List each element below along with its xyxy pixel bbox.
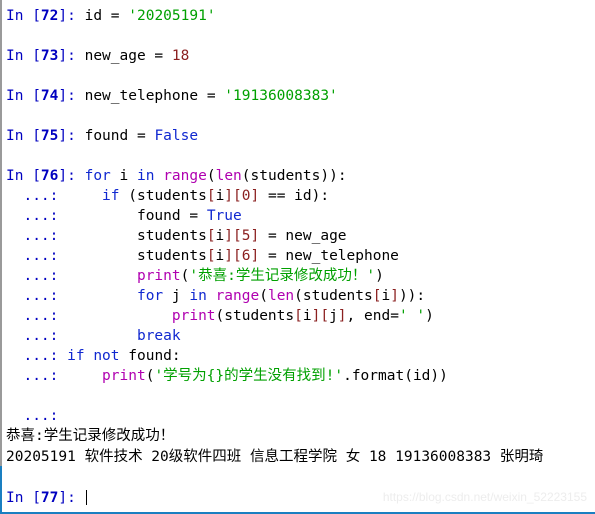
code-found-value: False bbox=[154, 128, 199, 144]
console-block-line-9[interactable]: ...: if not found: bbox=[2, 346, 595, 366]
console-line-in-75[interactable]: In [75]: found = False bbox=[2, 126, 595, 146]
prompt-number-72: 72 bbox=[40, 8, 59, 24]
prompt-number-77: 77 bbox=[40, 490, 59, 506]
console-line-in-74[interactable]: In [74]: new_telephone = '19136008383' bbox=[2, 86, 595, 106]
continuation-prompt: ...: bbox=[6, 228, 59, 244]
code-success-message: '恭喜:学生记录修改成功！' bbox=[189, 268, 376, 284]
prompt-in-77: In [77]: bbox=[6, 490, 76, 506]
console-block-line-8[interactable]: ...: break bbox=[2, 326, 595, 346]
prompt-in-76: In [76]: bbox=[6, 168, 76, 184]
code-notfound-message: '学号为{}的学生没有找到!' bbox=[154, 368, 344, 384]
continuation-prompt: ...: bbox=[6, 188, 59, 204]
console-line-in-73[interactable]: In [73]: new_age = 18 bbox=[2, 46, 595, 66]
text-cursor[interactable] bbox=[85, 490, 87, 505]
code-new-age-variable: new_age bbox=[84, 48, 146, 64]
continuation-prompt: ...: bbox=[6, 328, 59, 344]
prompt-number-75: 75 bbox=[40, 128, 59, 144]
prompt-in-73: In [73]: bbox=[6, 48, 76, 64]
code-found-variable: found bbox=[84, 128, 129, 144]
prompt-number-73: 73 bbox=[40, 48, 59, 64]
prompt-in-75: In [75]: bbox=[6, 128, 76, 144]
continuation-prompt: ...: bbox=[6, 408, 59, 424]
console-block-line-2[interactable]: ...: found = True bbox=[2, 206, 595, 226]
console-block-line-5[interactable]: ...: print('恭喜:学生记录修改成功！') bbox=[2, 266, 595, 286]
console-block-line-1[interactable]: ...: if (students[i][0] == id): bbox=[2, 186, 595, 206]
console-block-line-7[interactable]: ...: print(students[i][j], end=' ') bbox=[2, 306, 595, 326]
code-id-variable: id bbox=[84, 8, 103, 24]
output-line-record: 20205191 软件技术 20级软件四班 信息工程学院 女 18 191360… bbox=[6, 449, 553, 465]
focus-border-left bbox=[0, 466, 2, 514]
ipython-console[interactable]: In [72]: id = '20205191' In [73]: new_ag… bbox=[0, 0, 595, 514]
prompt-number-74: 74 bbox=[40, 88, 59, 104]
console-block-line-3[interactable]: ...: students[i][5] = new_age bbox=[2, 226, 595, 246]
continuation-prompt: ...: bbox=[6, 268, 59, 284]
prompt-in-74: In [74]: bbox=[6, 88, 76, 104]
continuation-prompt: ...: bbox=[6, 308, 59, 324]
continuation-prompt: ...: bbox=[6, 288, 59, 304]
continuation-prompt: ...: bbox=[6, 208, 59, 224]
console-line-in-76[interactable]: In [76]: for i in range(len(students)): bbox=[2, 166, 595, 186]
continuation-prompt: ...: bbox=[6, 348, 59, 364]
code-new-telephone-value: '19136008383' bbox=[224, 88, 338, 104]
prompt-in-72: In [72]: bbox=[6, 8, 76, 24]
console-block-line-11[interactable]: ...: bbox=[2, 406, 595, 426]
console-block-line-6[interactable]: ...: for j in range(len(students[i])): bbox=[2, 286, 595, 306]
prompt-number-76: 76 bbox=[40, 168, 59, 184]
console-block-line-4[interactable]: ...: students[i][6] = new_telephone bbox=[2, 246, 595, 266]
console-block-line-10[interactable]: ...: print('学号为{}的学生没有找到!'.format(id)) bbox=[2, 366, 595, 386]
console-line-in-72[interactable]: In [72]: id = '20205191' bbox=[2, 6, 595, 26]
watermark-url: https://blog.csdn.net/weixin_52223155 bbox=[382, 490, 587, 504]
code-new-telephone-variable: new_telephone bbox=[84, 88, 199, 104]
continuation-prompt: ...: bbox=[6, 368, 59, 384]
code-id-value: '20205191' bbox=[128, 8, 216, 24]
code-new-age-value: 18 bbox=[171, 48, 190, 64]
continuation-prompt: ...: bbox=[6, 248, 59, 264]
output-line-success: 恭喜:学生记录修改成功！ bbox=[6, 428, 175, 444]
